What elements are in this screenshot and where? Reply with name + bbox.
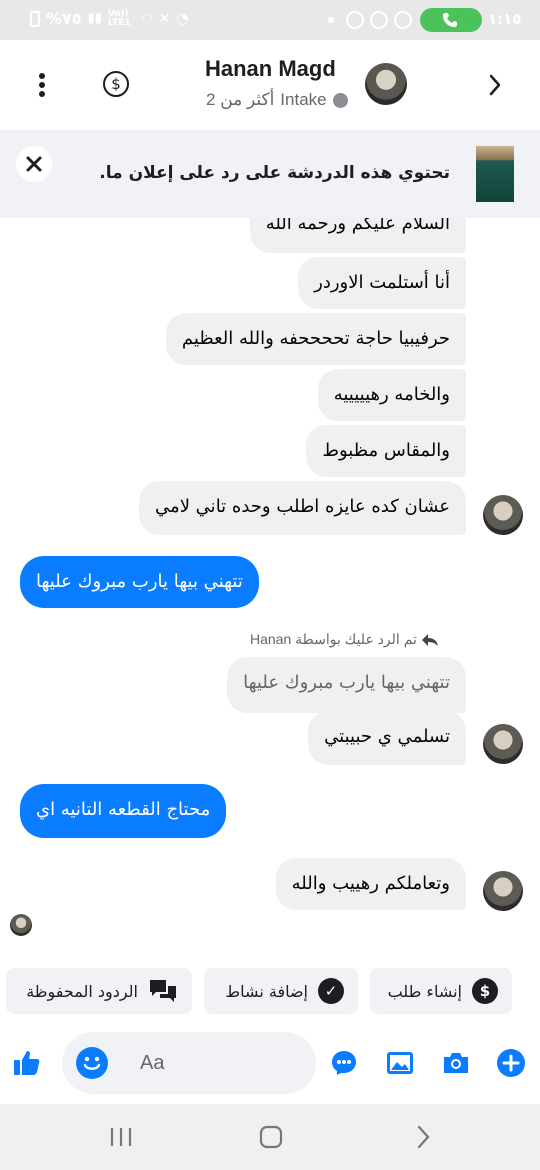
dollar-circle-icon: $ bbox=[472, 978, 498, 1004]
contact-name[interactable]: Hanan Magd bbox=[205, 56, 336, 82]
saved-replies-button[interactable]: الردود المحفوظة bbox=[6, 968, 192, 1014]
add-icon bbox=[497, 1049, 525, 1077]
saved-replies-label: الردود المحفوظة bbox=[26, 981, 138, 1001]
message-input-wrapper[interactable] bbox=[62, 1032, 316, 1094]
ad-banner-text: تحتوي هذه الدردشة على رد على إعلان ما. bbox=[99, 163, 450, 183]
home-button[interactable] bbox=[256, 1122, 286, 1152]
more-count: أكثر من 2 bbox=[206, 90, 275, 109]
emoji-button[interactable] bbox=[76, 1047, 108, 1079]
battery-icon bbox=[30, 10, 40, 27]
recent-apps-button[interactable] bbox=[106, 1122, 136, 1152]
svg-text:$: $ bbox=[111, 75, 121, 93]
app-notification-icon bbox=[346, 11, 364, 29]
messenger-icon bbox=[332, 1051, 356, 1075]
message-bubble[interactable]: والخامه رهيييييه bbox=[317, 369, 466, 421]
sender-avatar[interactable] bbox=[483, 871, 523, 911]
more-vertical-icon bbox=[39, 73, 45, 97]
battery-level: %٧٥ bbox=[46, 9, 82, 28]
message-input[interactable] bbox=[140, 1048, 300, 1078]
message-bubble[interactable]: عشان كده عايزه اطلب وحده تاني لامي bbox=[139, 481, 466, 535]
message-bubble-outgoing[interactable]: تتهني بيها يارب مبروك عليها bbox=[20, 556, 259, 608]
more-options-button[interactable] bbox=[30, 68, 54, 102]
whatsapp-icon bbox=[370, 11, 388, 29]
alarm-icon: ◔ bbox=[176, 10, 189, 27]
contact-subtitle: أكثر من 2 Intake bbox=[206, 90, 348, 110]
reply-note: تم الرد عليك بواسطة Hanan bbox=[250, 631, 439, 648]
home-icon bbox=[259, 1125, 283, 1149]
chat-bubbles-icon bbox=[148, 978, 178, 1004]
notification-dot-icon bbox=[328, 17, 334, 23]
phone-icon bbox=[443, 13, 457, 27]
camera-icon bbox=[444, 1053, 468, 1073]
close-banner-button[interactable] bbox=[16, 146, 52, 182]
mute-icon: ✕ bbox=[158, 10, 171, 27]
system-navbar bbox=[0, 1104, 540, 1170]
reply-arrow-icon bbox=[421, 633, 438, 646]
app-notification-icon-2 bbox=[394, 11, 412, 29]
sender-avatar[interactable] bbox=[483, 724, 523, 764]
add-activity-button[interactable]: ✓ إضافة نشاط bbox=[204, 968, 358, 1014]
back-nav-button[interactable] bbox=[408, 1122, 438, 1152]
status-left: %٧٥ ▮▮ Vo)) LTE1 ◠ ✕ ◔ bbox=[30, 9, 189, 28]
payment-button[interactable]: $ bbox=[102, 70, 130, 98]
gallery-icon bbox=[387, 1052, 413, 1074]
ad-thumbnail[interactable] bbox=[476, 146, 514, 202]
emoji-icon bbox=[83, 1056, 101, 1070]
add-button[interactable] bbox=[496, 1048, 526, 1078]
wifi-icon: ◠ bbox=[141, 10, 153, 27]
message-bubble[interactable]: حرفيبيا حاجة تححححفه والله العظيم bbox=[165, 313, 466, 365]
seen-indicator-avatar bbox=[10, 914, 32, 936]
sender-avatar[interactable] bbox=[483, 495, 523, 535]
back-arrow-icon bbox=[489, 74, 501, 96]
message-bubble[interactable]: وتعاملكم رهييب والله bbox=[275, 858, 466, 910]
message-bubble[interactable]: أنا أستلمت الاوردر bbox=[298, 257, 466, 309]
signal-icon: ▮▮ bbox=[87, 11, 102, 26]
dollar-circle-icon: $ bbox=[103, 71, 129, 97]
messenger-button[interactable] bbox=[329, 1048, 359, 1078]
reply-note-text: تم الرد عليك بواسطة Hanan bbox=[250, 631, 417, 647]
recent-apps-icon bbox=[110, 1128, 132, 1146]
message-bubble[interactable]: تسلمي ي حبيبتي bbox=[308, 711, 466, 765]
quoted-message[interactable]: تتهني بيها يارب مبروك عليها bbox=[227, 657, 466, 713]
message-composer bbox=[0, 1028, 540, 1104]
like-button[interactable] bbox=[12, 1048, 42, 1078]
network-label: Vo)) LTE1 bbox=[107, 8, 131, 28]
ad-reply-banner: تحتوي هذه الدردشة على رد على إعلان ما. bbox=[0, 130, 540, 218]
add-activity-label: إضافة نشاط bbox=[225, 981, 308, 1001]
back-icon bbox=[417, 1125, 430, 1149]
gallery-button[interactable] bbox=[385, 1048, 415, 1078]
intake-label: Intake bbox=[280, 90, 327, 109]
chat-header: $ Hanan Magd أكثر من 2 Intake bbox=[0, 40, 540, 130]
message-bubble[interactable]: والمقاس مظبوط bbox=[306, 425, 466, 477]
camera-button[interactable] bbox=[441, 1048, 471, 1078]
status-dot-icon bbox=[332, 92, 348, 108]
contact-avatar[interactable] bbox=[365, 63, 407, 105]
close-icon bbox=[26, 156, 42, 172]
clock: ١:١٥ bbox=[488, 10, 522, 28]
create-order-button[interactable]: $ إنشاء طلب bbox=[370, 968, 512, 1014]
check-circle-icon: ✓ bbox=[318, 978, 344, 1004]
back-button[interactable] bbox=[480, 68, 510, 102]
thumbs-up-icon bbox=[14, 1051, 40, 1075]
status-bar: %٧٥ ▮▮ Vo)) LTE1 ◠ ✕ ◔ ١:١٥ bbox=[0, 0, 540, 40]
ongoing-call-pill[interactable] bbox=[420, 8, 482, 32]
create-order-label: إنشاء طلب bbox=[387, 981, 462, 1001]
message-bubble-outgoing[interactable]: محتاج القطعه التانيه اي bbox=[20, 784, 227, 838]
